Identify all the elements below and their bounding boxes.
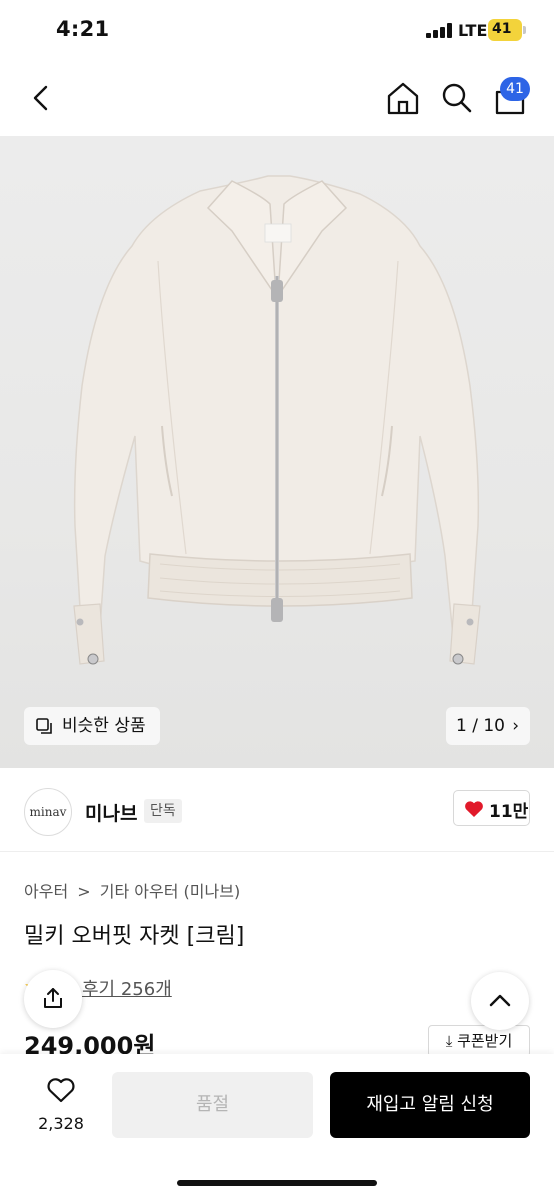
breadcrumb: 아우터 > 기타 아우터 (미나브) xyxy=(24,878,244,902)
signal-icon xyxy=(426,23,452,38)
like-count: 11만 xyxy=(489,802,529,822)
brand-name[interactable]: 미나브 xyxy=(85,799,137,826)
top-nav xyxy=(0,62,554,136)
similar-products-button[interactable]: 비슷한 상품 xyxy=(24,707,160,745)
battery-level: 41 xyxy=(492,21,512,37)
sold-out-button[interactable]: 품절 xyxy=(112,1072,313,1138)
coupon-button[interactable]: ⤓ 쿠폰받기 xyxy=(428,1025,530,1057)
chevron-left-icon xyxy=(33,85,48,111)
brand-row: minav 미나브 단독 11만 xyxy=(0,768,554,852)
exclusive-tag: 단독 xyxy=(144,799,182,823)
heart-outline-icon xyxy=(47,1078,75,1103)
review-count-link[interactable]: 후기 256개 xyxy=(82,975,172,1001)
search-button[interactable] xyxy=(437,78,477,118)
battery-icon: 41 xyxy=(488,19,522,41)
breadcrumb-category[interactable]: 아우터 xyxy=(24,882,68,901)
home-indicator xyxy=(177,1180,377,1186)
brand-like-button[interactable]: 11만 xyxy=(453,790,530,826)
wishlist-count: 2,328 xyxy=(38,1114,84,1133)
share-icon xyxy=(44,988,62,1008)
cart-count-badge: 41 xyxy=(500,77,530,101)
search-icon xyxy=(442,83,472,113)
breadcrumb-separator: > xyxy=(77,882,91,901)
heart-filled-icon xyxy=(465,801,483,817)
status-bar: 4:21 LTE 41 xyxy=(0,0,554,62)
similar-products-label: 비슷한 상품 xyxy=(62,716,146,736)
copy-icon xyxy=(36,718,52,734)
wishlist-button[interactable]: 2,328 xyxy=(24,1072,98,1142)
scroll-top-button[interactable] xyxy=(471,972,529,1030)
home-icon xyxy=(387,82,419,115)
status-time: 4:21 xyxy=(56,17,110,41)
image-counter-text: 1 / 10 xyxy=(456,716,505,736)
chevron-right-icon: › xyxy=(512,716,519,736)
breadcrumb-subcategory[interactable]: 기타 아우터 (미나브) xyxy=(100,882,240,901)
battery-tip xyxy=(523,26,526,34)
jacket-illustration xyxy=(73,175,481,665)
home-button[interactable] xyxy=(383,78,423,118)
bottom-action-bar: 2,328 품절 재입고 알림 신청 xyxy=(0,1054,554,1200)
product-image[interactable] xyxy=(0,136,554,768)
product-title: 밀키 오버핏 자켓 [크림] xyxy=(24,924,245,949)
share-button[interactable] xyxy=(24,970,82,1028)
chevron-up-icon xyxy=(489,994,511,1007)
restock-alert-button[interactable]: 재입고 알림 신청 xyxy=(330,1072,530,1138)
network-label: LTE xyxy=(458,21,488,40)
image-counter[interactable]: 1 / 10 › xyxy=(446,707,530,745)
brand-logo[interactable]: minav xyxy=(24,788,72,836)
back-button[interactable] xyxy=(24,80,60,116)
